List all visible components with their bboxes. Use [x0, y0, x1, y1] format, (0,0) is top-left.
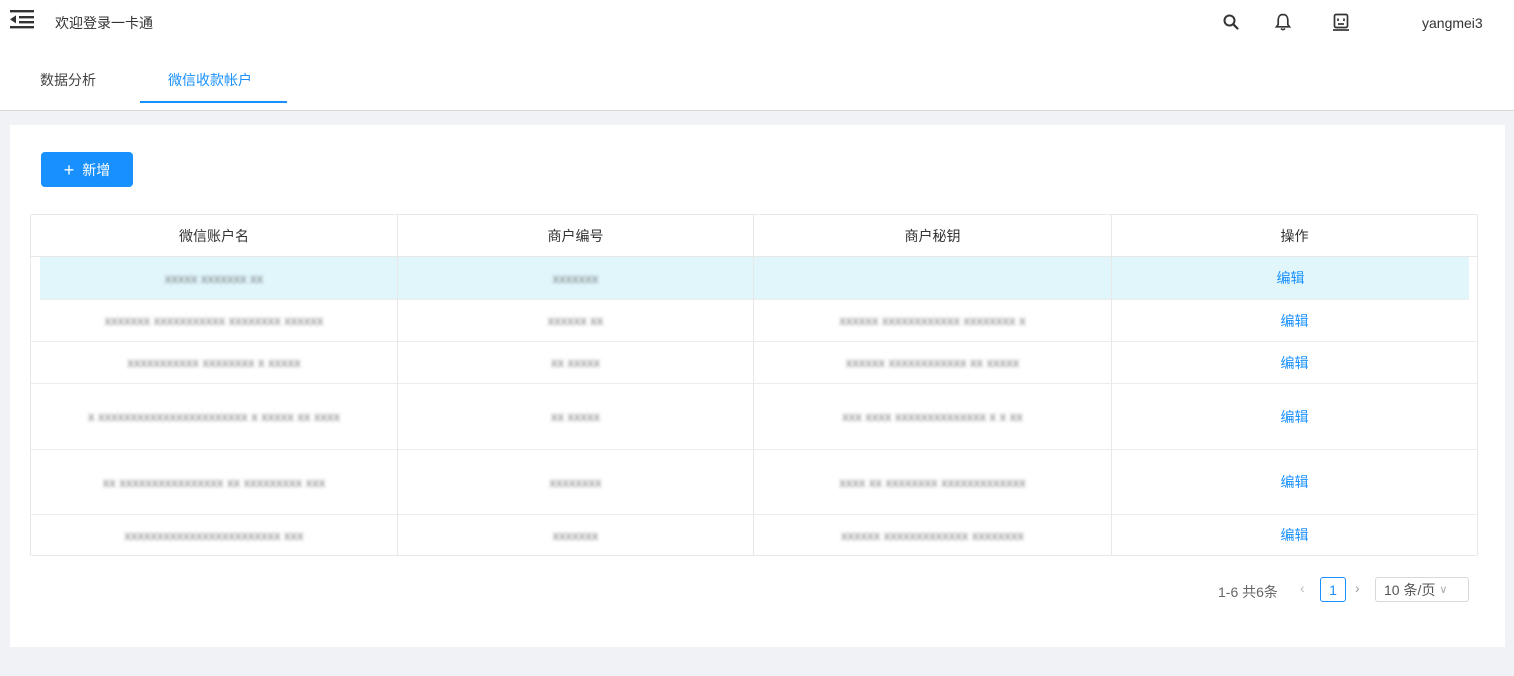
- cell-account-name: xx xxxxxxxxxxxxxxxx xx xxxxxxxxx xxx: [31, 450, 398, 514]
- cell-merchant-secret: [754, 257, 1112, 299]
- cell-actions: 编辑: [1112, 342, 1477, 383]
- pagination-page-1[interactable]: 1: [1320, 577, 1346, 602]
- cell-merchant-id: xxxxxxxx: [398, 450, 754, 514]
- page-size-select[interactable]: 10 条/页 ∨: [1375, 577, 1469, 602]
- edit-link[interactable]: 编辑: [1281, 472, 1309, 492]
- chevron-right-icon[interactable]: ›: [1355, 580, 1360, 596]
- cell-merchant-id: xxxxxxx: [398, 515, 754, 555]
- edit-link[interactable]: 编辑: [1281, 311, 1309, 331]
- cell-merchant-secret: xxx xxxx xxxxxxxxxxxxxx x x xx: [754, 384, 1112, 449]
- edit-link[interactable]: 编辑: [1281, 353, 1309, 373]
- cell-actions: 编辑: [1112, 384, 1477, 449]
- cell-merchant-secret: xxxxxx xxxxxxxxxxxx xxxxxxxx x: [754, 300, 1112, 341]
- accounts-table: 微信账户名 商户编号 商户秘钥 操作 xxxxx xxxxxxx xx xxxx…: [30, 214, 1478, 556]
- bell-icon[interactable]: [1273, 12, 1293, 32]
- tab-data-analysis[interactable]: 数据分析: [40, 70, 96, 90]
- tab-bar: 数据分析 微信收款帐户: [0, 54, 1514, 111]
- column-header-merchant-id: 商户编号: [398, 215, 754, 257]
- menu-fold-icon[interactable]: [10, 9, 34, 29]
- plus-icon: +: [63, 159, 75, 180]
- page-size-value: 10 条/页: [1384, 581, 1436, 598]
- table-header: 微信账户名 商户编号 商户秘钥 操作: [31, 215, 1477, 257]
- column-header-account-name: 微信账户名: [31, 215, 398, 257]
- cell-account-name: xxxxxxxxxxxxxxxxxxxxxxxx xxx: [31, 515, 398, 555]
- cell-merchant-id: xxxxxxx: [398, 257, 754, 299]
- cell-account-name: x xxxxxxxxxxxxxxxxxxxxxxx x xxxxx xx xxx…: [31, 384, 398, 449]
- column-header-actions: 操作: [1280, 228, 1309, 244]
- table-row[interactable]: xx xxxxxxxxxxxxxxxx xx xxxxxxxxx xxx xxx…: [31, 450, 1477, 515]
- username[interactable]: yangmei3: [1422, 15, 1483, 31]
- edit-link[interactable]: 编辑: [1277, 268, 1305, 288]
- edit-link[interactable]: 编辑: [1281, 525, 1309, 545]
- cell-account-name: xxxxx xxxxxxx xx: [31, 257, 398, 299]
- table-row[interactable]: xxxxx xxxxxxx xx xxxxxxx 编辑: [40, 257, 1469, 300]
- cell-merchant-id: xxxxxx xx: [398, 300, 754, 341]
- cell-merchant-id: xx xxxxx: [398, 384, 754, 449]
- app-title: 欢迎登录一卡通: [55, 15, 153, 31]
- table-row[interactable]: x xxxxxxxxxxxxxxxxxxxxxxx x xxxxx xx xxx…: [31, 384, 1477, 450]
- cell-merchant-secret: xxxxxx xxxxxxxxxxxxx xxxxxxxx: [754, 515, 1112, 555]
- cell-merchant-secret: xxxxxx xxxxxxxxxxxx xx xxxxx: [754, 342, 1112, 383]
- cell-merchant-secret: xxxx xx xxxxxxxx xxxxxxxxxxxxx: [754, 450, 1112, 514]
- tab-wechat-accounts[interactable]: 微信收款帐户: [168, 70, 252, 90]
- chevron-left-icon[interactable]: ‹: [1300, 580, 1305, 596]
- table-row[interactable]: xxxxxxxxxxx xxxxxxxx x xxxxx xx xxxxx xx…: [31, 342, 1477, 384]
- add-button[interactable]: + 新增: [41, 152, 133, 187]
- cell-account-name: xxxxxxx xxxxxxxxxxx xxxxxxxx xxxxxx: [31, 300, 398, 341]
- top-header: 欢迎登录一卡通 yangmei3: [0, 0, 1514, 54]
- add-button-label: 新增: [82, 161, 111, 178]
- search-icon[interactable]: [1221, 12, 1241, 32]
- cell-actions: 编辑: [1112, 300, 1477, 341]
- cell-merchant-id: xx xxxxx: [398, 342, 754, 383]
- cell-actions: 编辑: [1112, 450, 1477, 514]
- cell-actions: 编辑: [1112, 257, 1469, 299]
- active-tab-indicator: [140, 101, 287, 103]
- cell-actions: 编辑: [1112, 515, 1477, 555]
- edit-link[interactable]: 编辑: [1281, 407, 1309, 427]
- robot-icon[interactable]: [1331, 12, 1351, 32]
- main-content: + 新增 微信账户名 商户编号 商户秘钥 操作 xxxxx xxxxxxx xx…: [10, 125, 1505, 647]
- table-row[interactable]: xxxxxxxxxxxxxxxxxxxxxxxx xxx xxxxxxx xxx…: [31, 515, 1477, 555]
- cell-account-name: xxxxxxxxxxx xxxxxxxx x xxxxx: [31, 342, 398, 383]
- pagination-total: 1-6 共6条: [1218, 584, 1278, 600]
- chevron-down-icon: ∨: [1439, 584, 1448, 596]
- table-row[interactable]: xxxxxxx xxxxxxxxxxx xxxxxxxx xxxxxx xxxx…: [31, 300, 1477, 342]
- column-header-merchant-secret: 商户秘钥: [754, 215, 1112, 257]
